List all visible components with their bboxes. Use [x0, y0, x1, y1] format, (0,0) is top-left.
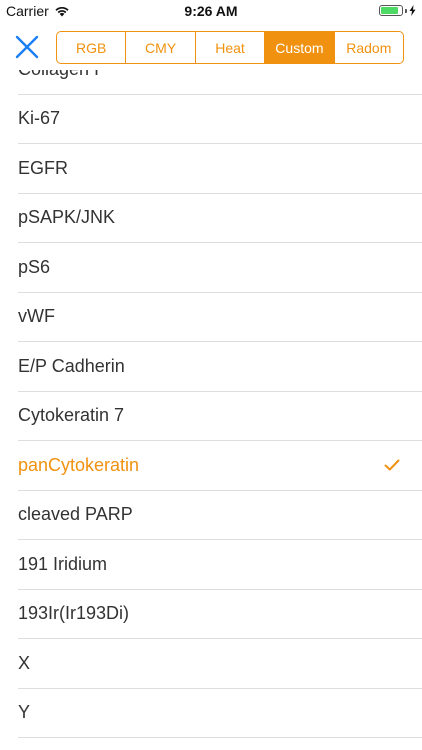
battery-level-fill	[381, 7, 398, 14]
status-time: 9:26 AM	[184, 3, 238, 19]
battery-icon	[379, 5, 403, 16]
list-item-label: 191 Iridium	[18, 553, 108, 574]
list-item[interactable]: 191 Iridium	[18, 540, 422, 590]
list-item[interactable]: pS6	[18, 243, 422, 293]
segment-radom[interactable]: Radom	[333, 32, 403, 63]
close-button[interactable]	[14, 34, 40, 60]
list-item-label: X	[18, 652, 31, 673]
list-item-label: pSAPK/JNK	[18, 207, 116, 228]
list-item[interactable]: E/P Cadherin	[18, 342, 422, 392]
list-item[interactable]: Y	[18, 689, 422, 738]
channel-list-content: Collagen I Ki-67 EGFR pSAPK/JNK pS6 vWF E/P Ca…	[0, 70, 422, 738]
battery-indicator	[379, 5, 416, 16]
list-item-label: E/P Cadherin	[18, 355, 125, 376]
list-item-label: Collagen I	[18, 70, 422, 80]
segment-rgb[interactable]: RGB	[57, 32, 125, 63]
list-item-label: cleaved PARP	[18, 504, 133, 525]
list-item[interactable]: pSAPK/JNK	[18, 194, 422, 243]
segment-custom[interactable]: Custom	[264, 32, 334, 63]
color-scheme-segmented-control: RGB CMY Heat Custom Radom	[56, 31, 404, 64]
list-item-label: Y	[18, 702, 31, 723]
segment-cmy[interactable]: CMY	[125, 32, 194, 63]
charging-bolt-icon	[409, 5, 416, 16]
list-item-label: Cytokeratin 7	[18, 405, 125, 426]
list-item[interactable]: Collagen I	[18, 70, 422, 95]
list-item-label: vWF	[18, 306, 55, 327]
list-item[interactable]: Cytokeratin 7	[18, 392, 422, 441]
list-item[interactable]: panCytokeratin	[18, 441, 422, 491]
list-item[interactable]: EGFR	[18, 144, 422, 194]
list-item[interactable]: cleaved PARP	[18, 491, 422, 540]
channel-list: Collagen I Ki-67 EGFR pSAPK/JNK pS6 vWF E/P Ca…	[0, 70, 422, 750]
list-item-label: 193Ir(Ir193Di)	[18, 603, 130, 624]
close-icon	[15, 35, 39, 59]
checkmark-icon	[384, 459, 400, 471]
nav-bar: RGB CMY Heat Custom Radom	[0, 24, 422, 70]
list-item[interactable]: Ki-67	[18, 95, 422, 144]
battery-nub	[405, 8, 407, 13]
list-item-label: pS6	[18, 256, 51, 277]
list-item-label: panCytokeratin	[18, 454, 140, 475]
list-item[interactable]: X	[18, 639, 422, 689]
list-item[interactable]: vWF	[18, 293, 422, 342]
list-item-label: EGFR	[18, 157, 69, 178]
list-item[interactable]: 193Ir(Ir193Di)	[18, 590, 422, 639]
list-item-label: Ki-67	[18, 108, 61, 129]
segment-heat[interactable]: Heat	[194, 32, 264, 63]
status-bar: Carrier 9:26 AM	[0, 0, 422, 24]
